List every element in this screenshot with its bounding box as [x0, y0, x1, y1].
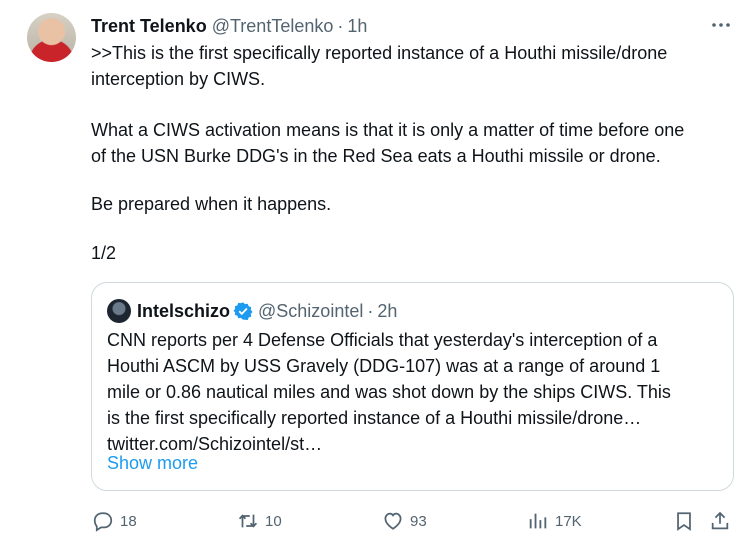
- like-count: 93: [410, 512, 427, 530]
- reply-icon: [93, 512, 113, 532]
- quoted-link: twitter.com/Schizointel/st…: [107, 434, 323, 454]
- quoted-text-line: Houthi ASCM by USS Gravely (DDG-107) was…: [107, 356, 661, 376]
- retweet-button[interactable]: 10: [237, 505, 282, 537]
- quoted-header-separator: ·: [367, 300, 374, 321]
- tweet-paragraph: >>This is the first specifically reporte…: [91, 43, 668, 89]
- reply-count: 18: [120, 512, 137, 530]
- quoted-author-avatar: [107, 299, 131, 323]
- thread-counter: 1/2: [91, 243, 117, 263]
- quoted-timestamp: 2h: [377, 300, 398, 321]
- author-handle[interactable]: @TrentTelenko: [212, 16, 334, 37]
- share-button[interactable]: [709, 505, 731, 537]
- like-icon: [384, 512, 402, 530]
- tweet-header: Trent Telenko @TrentTelenko · 1h: [91, 14, 367, 38]
- verified-badge-icon: [233, 301, 253, 321]
- header-separator: ·: [337, 15, 344, 36]
- more-icon: [712, 23, 730, 27]
- bookmark-button[interactable]: [673, 505, 695, 537]
- author-avatar[interactable]: [27, 13, 76, 62]
- tweet[interactable]: Trent Telenko @TrentTelenko · 1h >>This …: [0, 0, 754, 554]
- tweet-timestamp[interactable]: 1h: [347, 16, 367, 37]
- tweet-paragraph: What a CIWS activation means is that it …: [91, 120, 685, 166]
- quoted-text-line: CNN reports per 4 Defense Officials that…: [107, 330, 658, 350]
- tweet-paragraph: Be prepared when it happens.: [91, 194, 332, 214]
- author-name[interactable]: Trent Telenko: [91, 16, 207, 37]
- quoted-author-name: Intelschizo: [137, 300, 231, 321]
- show-more-link[interactable]: Show more: [107, 453, 198, 474]
- share-icon: [711, 511, 729, 530]
- bookmark-icon: [677, 512, 691, 531]
- retweet-icon: [238, 514, 258, 528]
- view-count: 17K: [555, 512, 582, 530]
- quoted-tweet[interactable]: Intelschizo @Schizointel · 2h CNN report…: [91, 282, 734, 491]
- reply-button[interactable]: 18: [92, 505, 137, 537]
- quoted-tweet-text: CNN reports per 4 Defense Officials that…: [107, 327, 719, 457]
- quoted-text-line: mile or 0.86 nautical miles and was shot…: [107, 382, 671, 402]
- retweet-count: 10: [265, 512, 282, 530]
- quoted-text-line: is the first specifically reported insta…: [107, 408, 642, 428]
- views-icon: [529, 513, 547, 529]
- views-button[interactable]: 17K: [527, 505, 582, 537]
- quoted-tweet-header: Intelschizo @Schizointel · 2h: [107, 299, 397, 323]
- quoted-author-handle: @Schizointel: [258, 300, 364, 321]
- action-bar: 18 10 93 17K: [0, 505, 754, 537]
- like-button[interactable]: 93: [382, 505, 427, 537]
- more-options-button[interactable]: [709, 13, 733, 37]
